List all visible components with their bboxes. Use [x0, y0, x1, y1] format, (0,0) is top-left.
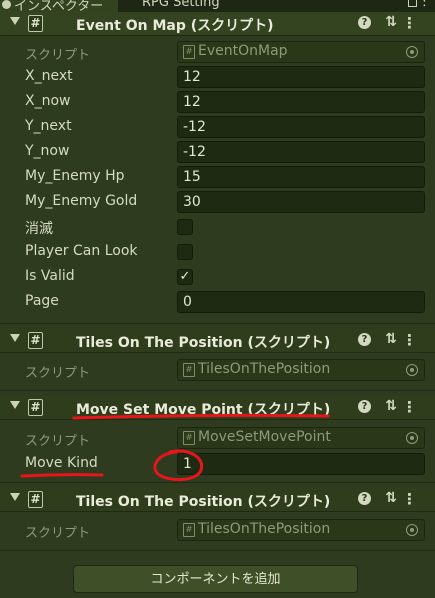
component-divider [0, 550, 435, 551]
my-enemy-gold-input[interactable]: 30 [177, 191, 425, 213]
page-input[interactable]: 0 [177, 291, 425, 313]
x-now-input[interactable]: 12 [177, 91, 425, 113]
script-object-field: # EventOnMap [177, 41, 425, 63]
x-next-input[interactable]: 12 [177, 66, 425, 88]
script-name: TilesOnThePosition [198, 521, 331, 537]
field-label: 消滅 [25, 221, 53, 237]
script-name: MoveSetMovePoint [198, 429, 331, 445]
field-label: My_Enemy Hp [25, 168, 125, 184]
field-disappear: 消滅 [0, 215, 435, 240]
y-next-input[interactable]: -12 [177, 116, 425, 138]
kebab-menu-icon[interactable]: ⋮ [402, 398, 417, 416]
preset-icon[interactable]: ⇅ [385, 398, 397, 414]
component-divider [0, 482, 435, 483]
object-picker-icon[interactable] [406, 364, 418, 376]
component-title: Tiles On The Position (スクリプト) [76, 335, 331, 351]
script-label: スクリプト [25, 366, 91, 381]
csharp-script-icon: # [28, 491, 43, 508]
script-row: スクリプト # EventOnMap [0, 40, 435, 65]
field-player-can-look: Player Can Look [0, 240, 435, 265]
script-label: スクリプト [25, 434, 91, 449]
field-page: Page 0 [0, 290, 435, 315]
field-label: Y_next [25, 118, 72, 134]
component-divider [0, 390, 435, 391]
field-label: My_Enemy Gold [25, 193, 138, 209]
add-component-button[interactable]: コンポーネントを追加 [73, 565, 358, 593]
script-row: スクリプト # MoveSetMovePoint [0, 426, 435, 451]
csharp-script-icon: # [183, 523, 195, 537]
object-picker-icon[interactable] [406, 524, 418, 536]
script-object-field: # TilesOnThePosition [177, 359, 425, 381]
field-my-enemy-gold: My_Enemy Gold 30 [0, 190, 435, 215]
foldout-arrow-icon[interactable] [10, 17, 20, 25]
info-icon [2, 0, 11, 9]
move-kind-input[interactable]: 1 [177, 453, 425, 475]
inspector-tabbar: インスペクター RPG Setting ⋮ [0, 0, 435, 12]
foldout-arrow-icon[interactable] [10, 493, 20, 501]
field-label: Is Valid [25, 268, 75, 284]
script-name: TilesOnThePosition [198, 361, 331, 377]
field-label: X_now [25, 93, 71, 109]
my-enemy-hp-input[interactable]: 15 [177, 166, 425, 188]
tab-inspector-label: インスペクター [14, 0, 104, 12]
field-y-now: Y_now -12 [0, 140, 435, 165]
field-x-now: X_now 12 [0, 90, 435, 115]
csharp-script-icon: # [183, 363, 195, 377]
component-header-tiles-on-the-position-2[interactable]: # Tiles On The Position (スクリプト) ? ⇅ ⋮ [0, 488, 435, 512]
csharp-script-icon: # [183, 431, 195, 445]
field-label: Page [25, 293, 59, 309]
component-header-tiles-on-the-position[interactable]: # Tiles On The Position (スクリプト) ? ⇅ ⋮ [0, 329, 435, 353]
field-move-kind: Move Kind 1 [0, 452, 435, 477]
checkmark-icon: ✓ [179, 269, 191, 284]
help-icon[interactable]: ? [358, 333, 371, 346]
script-label: スクリプト [25, 526, 91, 541]
kebab-menu-icon[interactable]: ⋮ [402, 490, 417, 508]
field-label: Player Can Look [25, 243, 138, 259]
player-can-look-checkbox[interactable] [177, 244, 193, 260]
tab-inspector[interactable]: インスペクター [0, 0, 118, 12]
kebab-menu-icon[interactable]: ⋮ [402, 14, 417, 32]
field-x-next: X_next 12 [0, 65, 435, 90]
object-picker-icon[interactable] [406, 432, 418, 444]
field-label: X_next [25, 68, 73, 84]
help-icon[interactable]: ? [358, 492, 371, 505]
component-title: Tiles On The Position (スクリプト) [76, 494, 331, 510]
foldout-arrow-icon[interactable] [10, 401, 20, 409]
disappear-checkbox[interactable] [177, 219, 193, 235]
script-row: スクリプト # TilesOnThePosition [0, 358, 435, 383]
field-y-next: Y_next -12 [0, 115, 435, 140]
csharp-script-icon: # [28, 332, 43, 349]
component-divider [0, 323, 435, 324]
lock-icon[interactable] [408, 0, 417, 7]
field-is-valid: Is Valid ✓ [0, 265, 435, 290]
tab-menu-icon[interactable]: ⋮ [418, 0, 431, 9]
field-label: Move Kind [25, 455, 98, 471]
script-object-field: # MoveSetMovePoint [177, 427, 425, 449]
help-icon[interactable]: ? [358, 16, 371, 29]
field-my-enemy-hp: My_Enemy Hp 15 [0, 165, 435, 190]
csharp-script-icon: # [28, 399, 43, 416]
field-label: Y_now [25, 143, 70, 159]
preset-icon[interactable]: ⇅ [385, 490, 397, 506]
tab-rpg-setting[interactable]: RPG Setting [142, 0, 220, 10]
script-name: EventOnMap [198, 43, 288, 59]
help-icon[interactable]: ? [358, 400, 371, 413]
preset-icon[interactable]: ⇅ [385, 14, 397, 30]
script-object-field: # TilesOnThePosition [177, 519, 425, 541]
script-row: スクリプト # TilesOnThePosition [0, 518, 435, 543]
component-header-event-on-map[interactable]: # Event On Map (スクリプト) ? ⇅ ⋮ [0, 12, 435, 36]
component-header-move-set-move-point[interactable]: # Move Set Move Point (スクリプト) ? ⇅ ⋮ [0, 396, 435, 420]
preset-icon[interactable]: ⇅ [385, 331, 397, 347]
kebab-menu-icon[interactable]: ⋮ [402, 331, 417, 349]
component-title: Event On Map (スクリプト) [76, 18, 274, 34]
foldout-arrow-icon[interactable] [10, 334, 20, 342]
script-label: スクリプト [25, 48, 91, 63]
y-now-input[interactable]: -12 [177, 141, 425, 163]
csharp-script-icon: # [28, 15, 43, 32]
is-valid-checkbox[interactable]: ✓ [177, 269, 193, 285]
object-picker-icon[interactable] [406, 46, 418, 58]
component-title: Move Set Move Point (スクリプト) [76, 402, 331, 418]
csharp-script-icon: # [183, 45, 195, 59]
